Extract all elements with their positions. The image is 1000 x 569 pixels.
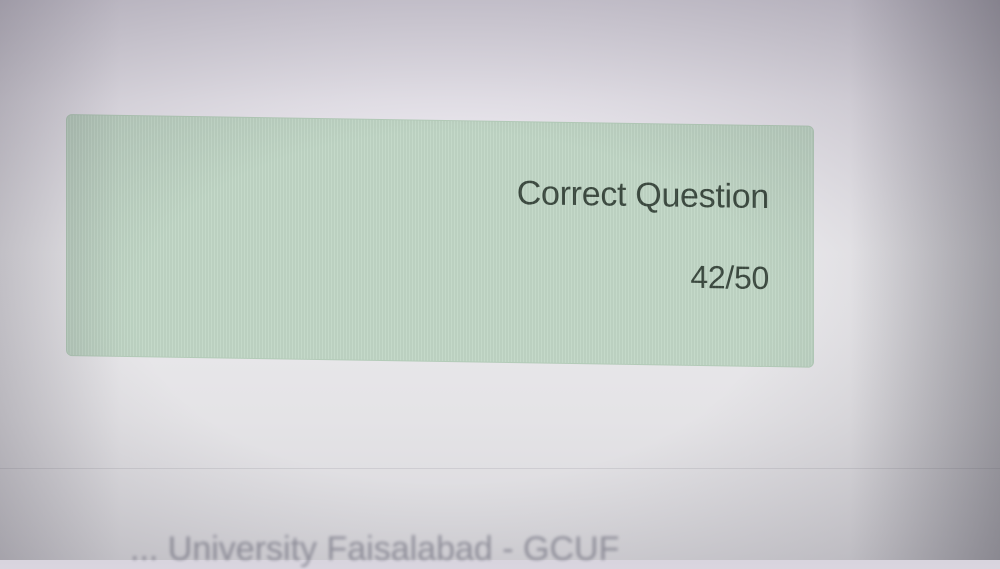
divider (0, 468, 1000, 469)
result-score: 42/50 (690, 258, 769, 297)
footer-text: ... University Faisalabad - GCUF (130, 530, 620, 568)
result-card: Correct Question 42/50 (66, 114, 814, 368)
result-label: Correct Question (516, 174, 769, 217)
